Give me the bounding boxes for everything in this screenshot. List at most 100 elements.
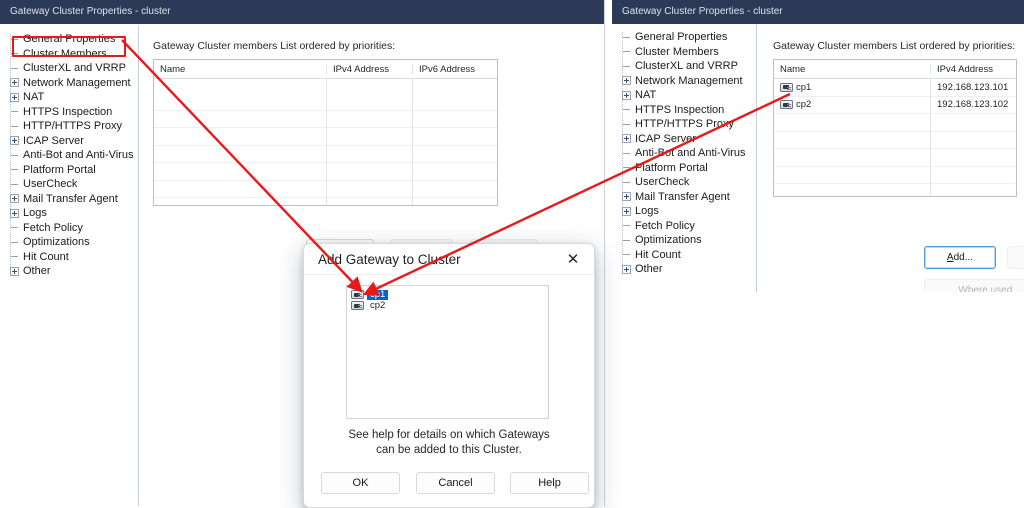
right-col-header-ipv4[interactable]: IPv4 Address — [930, 63, 1016, 75]
expand-plus-icon[interactable] — [622, 192, 631, 202]
table-row[interactable] — [774, 114, 1016, 132]
sidebar-item-label: Cluster Members — [635, 45, 719, 58]
sidebar-item-fetch-policy[interactable]: Fetch Policy — [6, 221, 138, 236]
sidebar-item-fetch-policy[interactable]: Fetch Policy — [618, 219, 756, 234]
sidebar-item-https-inspection[interactable]: HTTPS Inspection — [618, 103, 756, 118]
tree-leaf-marker — [8, 178, 21, 191]
sidebar-item-platform-portal[interactable]: Platform Portal — [618, 161, 756, 176]
table-row[interactable] — [774, 167, 1016, 184]
sidebar-item-network-management[interactable]: Network Management — [618, 74, 756, 89]
sidebar-item-usercheck[interactable]: UserCheck — [618, 175, 756, 190]
tree-leaf-marker — [8, 62, 21, 75]
list-item-label-cp2: cp2 — [370, 299, 386, 311]
sidebar-item-clusterxl-and-vrrp[interactable]: ClusterXL and VRRP — [618, 59, 756, 74]
window-title-text-left: Gateway Cluster Properties - cluster — [10, 6, 171, 17]
sidebar-item-icap-server[interactable]: ICAP Server — [618, 132, 756, 147]
sidebar-item-hit-count[interactable]: Hit Count — [6, 250, 138, 265]
close-icon[interactable]: ✕ — [560, 246, 586, 272]
sidebar-item-nat[interactable]: NAT — [6, 90, 138, 105]
expand-plus-icon[interactable] — [10, 194, 19, 204]
dialog-ok-button[interactable]: OK — [321, 472, 400, 494]
sidebar-item-label: HTTP/HTTPS Proxy — [23, 120, 123, 133]
sidebar-item-http-https-proxy[interactable]: HTTP/HTTPS Proxy — [6, 119, 138, 134]
tree-expander — [8, 265, 21, 278]
sidebar-item-anti-bot-and-anti-virus[interactable]: Anti-Bot and Anti-Virus — [6, 148, 138, 163]
sidebar-item-hit-count[interactable]: Hit Count — [618, 248, 756, 263]
right-sidebar-tree-list[interactable]: General Properties Cluster Members Cluster… — [612, 30, 756, 277]
dialog-help-button[interactable]: Help — [510, 472, 589, 494]
sidebar-item-anti-bot-and-anti-virus[interactable]: Anti-Bot and Anti-Virus — [618, 146, 756, 161]
sidebar-item-general-properties[interactable]: General Properties — [6, 32, 138, 47]
sidebar-item-logs[interactable]: Logs — [6, 206, 138, 221]
left-sidebar-tree-list[interactable]: General Properties Cluster Members Cluster… — [0, 32, 138, 279]
tree-leaf-dash-icon — [623, 181, 630, 183]
table-row[interactable] — [774, 132, 1016, 149]
expand-plus-icon[interactable] — [10, 266, 19, 276]
table-row[interactable]: cp1 192.168.123.101 — [774, 79, 1016, 97]
expand-plus-icon[interactable] — [622, 264, 631, 274]
dialog-help-line-1: See help for details on which Gateways — [348, 429, 550, 441]
dialog-ok-label: OK — [352, 477, 369, 489]
gateway-appliance-icon — [780, 100, 793, 110]
list-item[interactable]: cp2 — [347, 300, 548, 311]
sidebar-item-label: Optimizations — [23, 236, 90, 249]
sidebar-item-icap-server[interactable]: ICAP Server — [6, 134, 138, 149]
table-row[interactable] — [774, 149, 1016, 167]
sidebar-item-nat[interactable]: NAT — [618, 88, 756, 103]
tree-leaf-marker — [620, 45, 633, 58]
dialog-gateway-list[interactable]: cp1 cp2 — [346, 285, 549, 419]
sidebar-item-general-properties[interactable]: General Properties — [618, 30, 756, 45]
table-row[interactable] — [774, 184, 1016, 196]
sidebar-item-usercheck[interactable]: UserCheck — [6, 177, 138, 192]
sidebar-item-platform-portal[interactable]: Platform Portal — [6, 163, 138, 178]
tree-leaf-dash-icon — [11, 183, 18, 185]
right-where-used-button[interactable]: Where used... — [924, 279, 1024, 292]
sidebar-item-https-inspection[interactable]: HTTPS Inspection — [6, 105, 138, 120]
tree-leaf-dash-icon — [11, 154, 18, 156]
sidebar-item-http-https-proxy[interactable]: HTTP/HTTPS Proxy — [618, 117, 756, 132]
expand-plus-icon[interactable] — [10, 92, 19, 102]
left-sidebar-tree[interactable]: General Properties Cluster Members Cluster… — [0, 26, 139, 506]
expand-plus-icon[interactable] — [622, 90, 631, 100]
right-sidebar-tree[interactable]: General Properties Cluster Members Cluster… — [612, 24, 757, 292]
right-cluster-members-table[interactable]: Name IPv4 Address cp1 192.168.123.101 cp… — [773, 59, 1017, 197]
expand-plus-icon[interactable] — [622, 134, 631, 144]
right-add-button[interactable]: Add... — [924, 246, 996, 269]
sidebar-item-cluster-members[interactable]: Cluster Members — [6, 47, 138, 62]
tree-leaf-dash-icon — [623, 36, 630, 38]
sidebar-item-optimizations[interactable]: Optimizations — [6, 235, 138, 250]
expand-plus-icon[interactable] — [10, 78, 19, 88]
right-edit-button[interactable]: Edit... — [1007, 246, 1024, 269]
sidebar-item-cluster-members[interactable]: Cluster Members — [618, 45, 756, 60]
left-col-header-ipv4[interactable]: IPv4 Address — [326, 63, 412, 75]
expand-plus-icon[interactable] — [10, 208, 19, 218]
expand-plus-icon[interactable] — [622, 76, 631, 86]
left-col-header-name[interactable]: Name — [154, 64, 326, 75]
left-table-body[interactable] — [154, 79, 497, 205]
tree-leaf-dash-icon — [11, 256, 18, 258]
sidebar-item-network-management[interactable]: Network Management — [6, 76, 138, 91]
sidebar-item-label: Network Management — [635, 74, 743, 87]
sidebar-item-mail-transfer-agent[interactable]: Mail Transfer Agent — [6, 192, 138, 207]
dialog-help-line-2: can be added to this Cluster. — [376, 444, 522, 456]
table-row[interactable]: cp2 192.168.123.102 — [774, 96, 1016, 114]
sidebar-item-label: Mail Transfer Agent — [635, 190, 730, 203]
left-col-header-ipv6[interactable]: IPv6 Address — [412, 63, 497, 75]
expand-plus-icon[interactable] — [10, 136, 19, 146]
sidebar-item-logs[interactable]: Logs — [618, 204, 756, 219]
expand-plus-icon[interactable] — [622, 206, 631, 216]
right-col-header-name[interactable]: Name — [774, 64, 930, 75]
tree-leaf-marker — [620, 219, 633, 232]
list-item[interactable]: cp1 — [347, 289, 548, 300]
dialog-cancel-button[interactable]: Cancel — [416, 472, 495, 494]
tree-expander — [620, 89, 633, 102]
sidebar-item-optimizations[interactable]: Optimizations — [618, 233, 756, 248]
sidebar-item-mail-transfer-agent[interactable]: Mail Transfer Agent — [618, 190, 756, 205]
left-cluster-members-table[interactable]: Name IPv4 Address IPv6 Address — [153, 59, 498, 206]
sidebar-item-clusterxl-and-vrrp[interactable]: ClusterXL and VRRP — [6, 61, 138, 76]
right-table-body[interactable]: cp1 192.168.123.101 cp2 192.168.123.102 — [774, 79, 1016, 196]
sidebar-item-label: UserCheck — [23, 178, 78, 191]
sidebar-item-other[interactable]: Other — [618, 262, 756, 277]
tree-expander — [620, 132, 633, 145]
sidebar-item-other[interactable]: Other — [6, 264, 138, 279]
